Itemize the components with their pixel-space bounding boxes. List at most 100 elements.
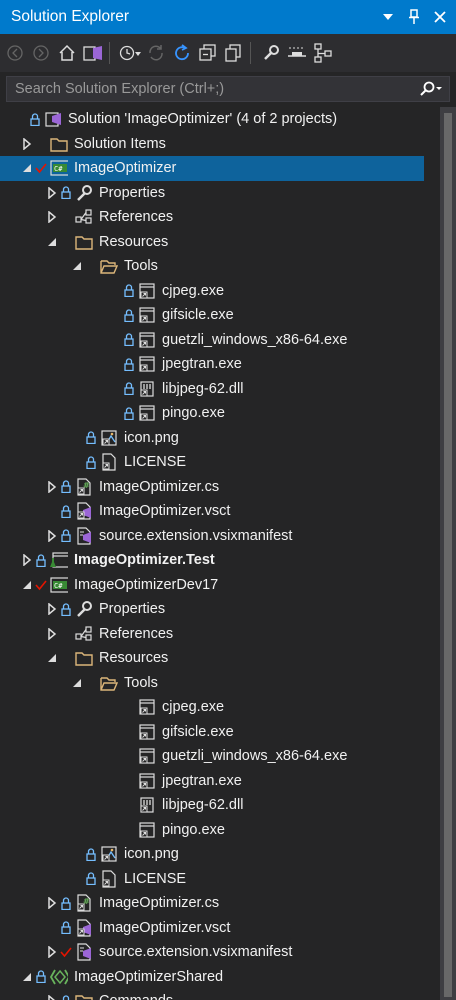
tree-item-label: Resources	[99, 233, 169, 250]
expand-arrow-icon[interactable]	[20, 553, 34, 567]
search-box[interactable]	[6, 76, 450, 102]
scrollbar-thumb[interactable]	[444, 113, 452, 997]
checkmark-icon	[60, 945, 72, 959]
expand-arrow-icon[interactable]	[45, 529, 59, 543]
references-icon	[75, 208, 93, 226]
exe-file-icon	[138, 821, 156, 839]
class-diagram-icon[interactable]	[312, 42, 334, 64]
tree-item[interactable]: libjpeg-62.dll	[0, 377, 436, 402]
tree-item[interactable]: jpegtran.exe	[0, 769, 436, 794]
exe-file-icon	[138, 306, 156, 324]
tree-item[interactable]: # ImageOptimizer.cs	[0, 891, 436, 916]
properties-wrench-icon[interactable]	[260, 42, 282, 64]
svg-text:C#: C#	[54, 582, 63, 590]
tree-item[interactable]: ImageOptimizer.Test	[0, 548, 436, 573]
title-bar: Solution Explorer	[0, 0, 456, 34]
tree-item-label: cjpeg.exe	[162, 699, 225, 716]
search-input[interactable]	[7, 80, 413, 98]
tree-item[interactable]: C# ImageOptimizerDev17	[0, 573, 436, 598]
search-icon[interactable]	[413, 81, 449, 97]
collapse-arrow-icon[interactable]	[20, 970, 34, 984]
tree-item[interactable]: References	[0, 205, 436, 230]
tree-item-label: ImageOptimizerDev17	[74, 576, 219, 593]
collapse-all-icon[interactable]	[197, 42, 219, 64]
lock-icon	[123, 284, 135, 298]
tree-item-label: pingo.exe	[162, 821, 225, 838]
expand-arrow-icon[interactable]	[45, 945, 59, 959]
tree-item[interactable]: Commands	[0, 989, 436, 1000]
wrench-icon	[75, 184, 93, 202]
vertical-scrollbar[interactable]	[440, 107, 456, 1000]
tree-item[interactable]: cjpeg.exe	[0, 695, 436, 720]
tree-item[interactable]: # ImageOptimizer.cs	[0, 475, 436, 500]
tree-item[interactable]: gifsicle.exe	[0, 303, 436, 328]
exe-file-icon	[138, 747, 156, 765]
status-spacer	[123, 700, 135, 714]
expand-arrow-icon[interactable]	[20, 137, 34, 151]
expand-arrow-icon[interactable]	[45, 896, 59, 910]
expand-arrow-icon[interactable]	[45, 480, 59, 494]
tree-item[interactable]: ImageOptimizer.vsct	[0, 499, 436, 524]
manifest-file-icon	[75, 527, 93, 545]
tree-item[interactable]: ImageOptimizerShared	[0, 965, 436, 990]
collapse-arrow-icon[interactable]	[45, 235, 59, 249]
show-all-files-icon[interactable]	[223, 42, 245, 64]
expand-arrow-icon[interactable]	[45, 602, 59, 616]
lock-icon	[60, 529, 72, 543]
forward-icon[interactable]	[30, 42, 52, 64]
tree-item-label: ImageOptimizer	[74, 160, 177, 177]
tree-item[interactable]: jpegtran.exe	[0, 352, 436, 377]
tree-item[interactable]: Solution 'ImageOptimizer' (4 of 2 projec…	[0, 107, 436, 132]
pending-changes-filter-icon[interactable]	[119, 42, 141, 64]
tree-item[interactable]: libjpeg-62.dll	[0, 793, 436, 818]
tree-item[interactable]: gifsicle.exe	[0, 720, 436, 745]
tree-item[interactable]: cjpeg.exe	[0, 279, 436, 304]
tree-item[interactable]: pingo.exe	[0, 401, 436, 426]
tree-item[interactable]: Solution Items	[0, 132, 436, 157]
tree-item[interactable]: icon.png	[0, 426, 436, 451]
tree-item[interactable]: Tools	[0, 671, 436, 696]
back-icon[interactable]	[4, 42, 26, 64]
expand-arrow-icon[interactable]	[45, 186, 59, 200]
tree-item[interactable]: guetzli_windows_x86-64.exe	[0, 328, 436, 353]
lock-icon	[60, 602, 72, 616]
close-icon[interactable]	[430, 7, 450, 27]
collapse-arrow-icon[interactable]	[70, 259, 84, 273]
refresh-icon[interactable]	[171, 42, 193, 64]
sync-icon[interactable]	[145, 42, 167, 64]
tree-item[interactable]: LICENSE	[0, 867, 436, 892]
collapse-arrow-icon[interactable]	[20, 578, 34, 592]
home-icon[interactable]	[56, 42, 78, 64]
tree-item-label: jpegtran.exe	[162, 772, 242, 789]
pin-icon[interactable]	[404, 7, 424, 27]
tree-item[interactable]: Tools	[0, 254, 436, 279]
tree-item[interactable]: Resources	[0, 646, 436, 671]
tree-item[interactable]: ImageOptimizer.vsct	[0, 916, 436, 941]
tree-item[interactable]: pingo.exe	[0, 818, 436, 843]
tree-item[interactable]: source.extension.vsixmanifest	[0, 940, 436, 965]
expand-arrow-icon[interactable]	[45, 994, 59, 1000]
expand-arrow-icon[interactable]	[45, 627, 59, 641]
tree-item[interactable]: References	[0, 622, 436, 647]
tree-item[interactable]: Properties	[0, 597, 436, 622]
tree-item[interactable]: Properties	[0, 181, 436, 206]
preview-selected-items-icon[interactable]	[286, 42, 308, 64]
status-spacer	[85, 259, 97, 273]
collapse-arrow-icon[interactable]	[45, 651, 59, 665]
tree-item[interactable]: Resources	[0, 230, 436, 255]
tree-item[interactable]: source.extension.vsixmanifest	[0, 524, 436, 549]
collapse-arrow-icon[interactable]	[20, 161, 34, 175]
expand-arrow-icon[interactable]	[45, 210, 59, 224]
status-spacer	[123, 823, 135, 837]
dropdown-icon[interactable]	[378, 7, 398, 27]
tree-item-label: Solution 'ImageOptimizer' (4 of 2 projec…	[68, 111, 338, 128]
tree-item[interactable]: icon.png	[0, 842, 436, 867]
tree-item[interactable]: guetzli_windows_x86-64.exe	[0, 744, 436, 769]
checkmark-icon	[35, 578, 47, 592]
collapse-arrow-icon[interactable]	[70, 676, 84, 690]
switch-views-icon[interactable]	[82, 42, 104, 64]
shared-project-icon	[50, 968, 68, 986]
tree-item[interactable]: LICENSE	[0, 450, 436, 475]
arrow-spacer	[70, 455, 84, 469]
tree-item[interactable]: C# ImageOptimizer	[0, 156, 424, 181]
